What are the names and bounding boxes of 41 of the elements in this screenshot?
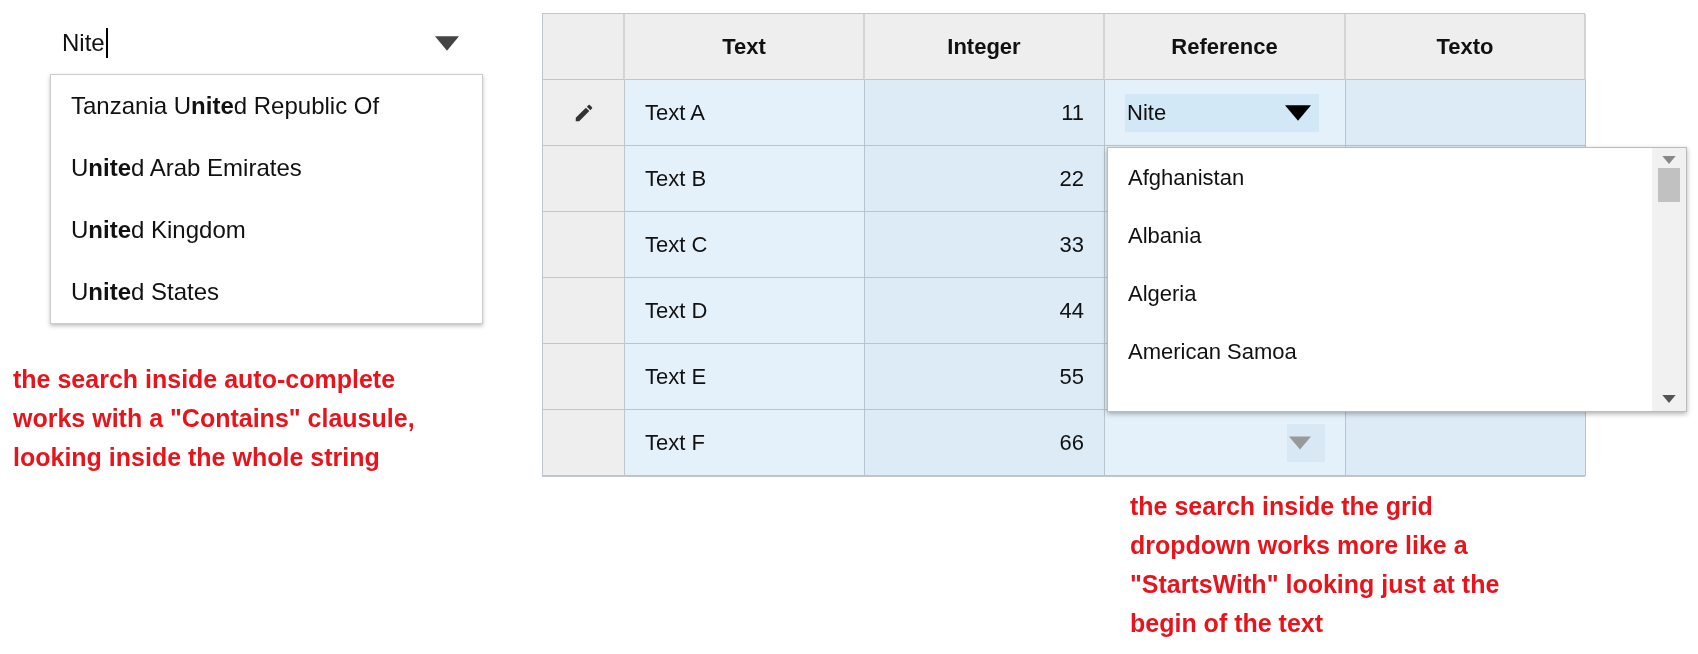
table-cell: 66	[865, 410, 1105, 476]
table-cell: 33	[865, 212, 1105, 278]
suggestion-item[interactable]: United Kingdom	[51, 199, 482, 261]
dropdown-caret-icon[interactable]	[1285, 104, 1311, 121]
column-header[interactable]: Reference	[1105, 14, 1346, 80]
annotation-text: the search inside the grid dropdown works more like a "StartsWith" looking just at the begin of the text	[1130, 491, 1501, 639]
table-cell: Text F	[625, 410, 865, 476]
scrollbar[interactable]	[1652, 148, 1686, 411]
table-cell: 44	[865, 278, 1105, 344]
reference-dropdown[interactable]: Nite	[1125, 93, 1319, 132]
table-cell: Text C	[625, 212, 865, 278]
suggestion-item[interactable]: United States	[51, 261, 482, 323]
annotation-text: the search inside auto-complete works with a "Contains" clausule, looking inside the whole string	[13, 364, 416, 473]
table-cell: Text E	[625, 344, 865, 410]
dropdown-option[interactable]: Afghanistan	[1108, 149, 1652, 207]
dropdown-caret-icon[interactable]	[435, 35, 459, 51]
table-cell: Text B	[625, 146, 865, 212]
column-header[interactable]: Integer	[865, 14, 1105, 80]
row-header[interactable]	[543, 344, 625, 410]
dropdown-option[interactable]: Algeria	[1108, 265, 1652, 323]
dropdown-option[interactable]: American Samoa	[1108, 323, 1652, 381]
table-cell: Text A	[625, 80, 865, 146]
table-cell: 55	[865, 344, 1105, 410]
dropdown-button[interactable]	[1287, 423, 1325, 462]
table-cell: Text D	[625, 278, 865, 344]
scroll-down-icon[interactable]	[1662, 395, 1676, 403]
autocomplete-field[interactable]: Nite	[50, 18, 483, 68]
row-header[interactable]	[543, 278, 625, 344]
column-header[interactable]: Text	[625, 14, 865, 80]
row-header[interactable]	[543, 212, 625, 278]
row-header[interactable]	[543, 146, 625, 212]
table-cell: 11	[865, 80, 1105, 146]
row-header[interactable]	[543, 410, 625, 476]
scroll-up-icon[interactable]	[1662, 156, 1676, 164]
scrollbar-thumb[interactable]	[1658, 168, 1680, 202]
suggestion-item[interactable]: Tanzania United Republic Of	[51, 75, 482, 137]
dropdown-option[interactable]: Albania	[1108, 207, 1652, 265]
table-cell: 22	[865, 146, 1105, 212]
column-header[interactable]: Texto	[1346, 14, 1586, 80]
suggestion-item[interactable]: United Arab Emirates	[51, 137, 482, 199]
row-header[interactable]	[543, 80, 625, 146]
